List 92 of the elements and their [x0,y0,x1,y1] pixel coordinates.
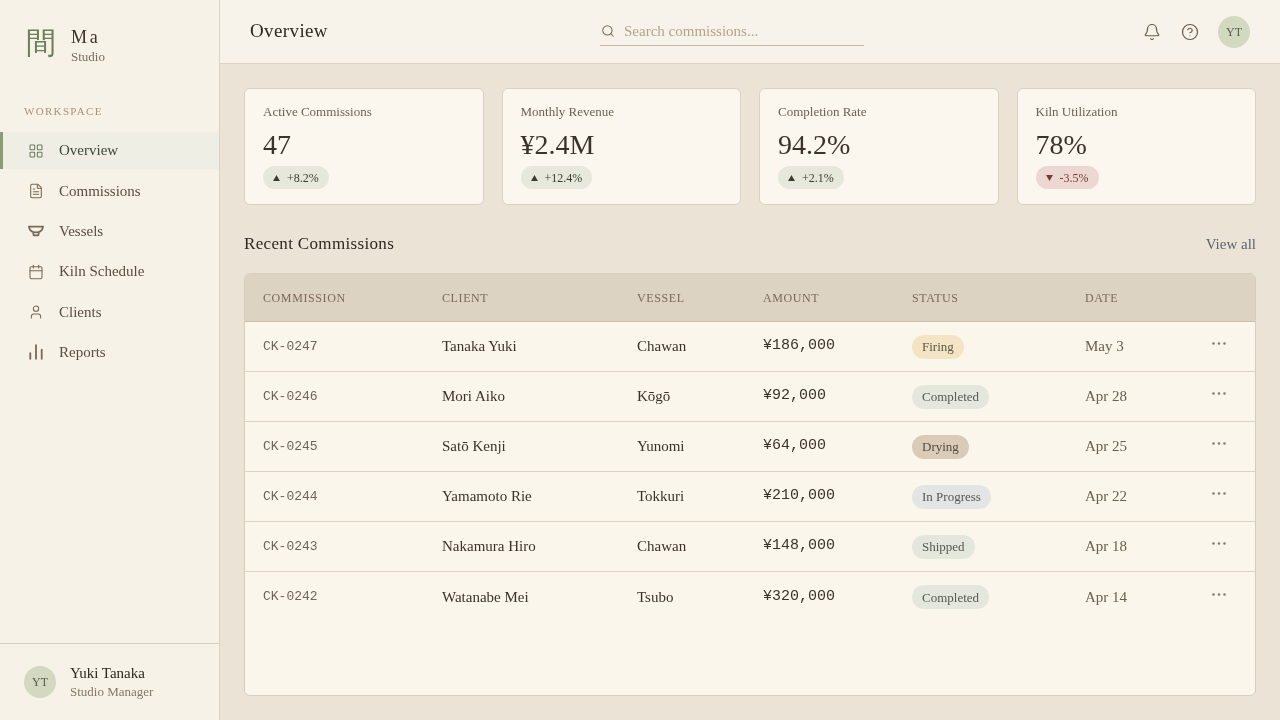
stat-label: Active Commissions [263,103,372,121]
search-icon [601,23,615,38]
change-value: +8.2% [287,169,319,187]
nav-item[interactable]: Overview [0,132,219,169]
triangle-up-icon [530,174,538,181]
logo-name: Ma [71,26,102,48]
stat-value: 47 [263,128,291,162]
user-avatar[interactable]: YT [1218,15,1250,48]
ellipsis-icon [1212,342,1226,345]
date: Apr 18 [1085,537,1128,557]
user-avatar: YT [24,666,56,698]
amount: ¥186,000 [763,336,835,357]
logo-mark: 間 [26,26,56,60]
client-name: Satō Kenji [442,437,506,457]
logo-subtitle: Studio [71,48,105,66]
amount: ¥210,000 [763,486,835,507]
triangle-down-icon [1045,174,1053,181]
nav-item[interactable]: Vessels [0,212,219,250]
vessel-name: Yunomi [637,437,685,457]
triangle-up-icon [788,174,795,181]
vessel-name: Chawan [637,537,687,557]
vessel-name: Tsubo [637,587,674,607]
client-name: Nakamura Hiro [442,537,536,557]
change-value: -3.5% [1059,169,1089,187]
column-header: COMMISSION [263,289,346,307]
date: Apr 22 [1085,487,1128,507]
notifications-button[interactable] [1142,21,1162,42]
column-header: DATE [1085,289,1119,307]
stat-value: 78% [1035,128,1087,162]
commission-id: CK-0244 [263,487,318,506]
nav-item[interactable]: Commissions [0,172,219,210]
date: Apr 28 [1085,387,1128,407]
commission-id: CK-0245 [263,437,318,456]
status-badge: Drying [912,434,969,459]
column-header: AMOUNT [763,289,820,307]
change-value: +12.4% [544,169,583,187]
vessel-name: Kōgō [637,387,671,407]
nav-item[interactable]: Clients [0,293,219,331]
ellipsis-icon [1212,542,1226,545]
status-badge: Firing [912,334,964,359]
user-role: Studio Manager [70,683,154,701]
client-name: Mori Aiko [442,387,505,407]
status-badge: In Progress [912,484,991,509]
stat-value: ¥2.4M [520,128,595,162]
amount: ¥320,000 [763,586,835,607]
ellipsis-icon [1212,492,1226,495]
commission-id: CK-0243 [263,537,318,556]
search-field[interactable]: Search commissions... [600,19,864,46]
ellipsis-icon [1212,442,1226,445]
status-badge: Completed [912,585,990,609]
nav-item[interactable]: Kiln Schedule [0,253,219,291]
amount: ¥64,000 [763,436,826,457]
commission-id: CK-0246 [263,387,318,406]
amount: ¥148,000 [763,536,835,557]
stat-value: 94.2% [778,128,851,162]
section-title: Recent Commissions [244,233,395,256]
page-title: Overview [250,19,328,44]
commission-id: CK-0242 [263,588,318,607]
column-header: CLIENT [442,289,489,307]
section-label: WORKSPACE [24,104,103,118]
amount: ¥92,000 [763,386,826,407]
column-header: VESSEL [637,289,685,307]
status-badge: Shipped [912,534,975,559]
status-badge: Completed [912,384,990,409]
vessel-name: Chawan [637,337,687,357]
bar-chart-icon [28,344,44,361]
document-icon [28,182,44,199]
client-name: Watanabe Mei [442,587,529,607]
help-button[interactable] [1180,21,1200,42]
vessel-name: Tokkuri [637,487,685,507]
ellipsis-icon [1212,592,1226,596]
help-icon [1181,22,1199,41]
stat-label: Completion Rate [778,103,867,121]
change-value: +2.1% [802,169,834,187]
person-icon [28,304,44,321]
bell-icon [1143,22,1161,41]
calendar-icon [28,263,44,280]
grid-icon [28,142,44,159]
date: Apr 25 [1085,437,1128,457]
commission-id: CK-0247 [263,337,318,356]
column-header: STATUS [912,289,959,307]
nav-item[interactable]: Reports [0,333,219,371]
triangle-up-icon [273,174,280,181]
stat-label: Monthly Revenue [520,103,614,121]
client-name: Tanaka Yuki [442,337,517,357]
date: Apr 14 [1085,587,1128,607]
client-name: Yamamoto Rie [442,487,532,507]
ellipsis-icon [1212,392,1226,395]
date: May 3 [1085,337,1124,357]
view-all-link[interactable]: View all [1205,232,1256,256]
stat-label: Kiln Utilization [1035,103,1118,121]
user-name: Yuki Tanaka [70,664,145,683]
